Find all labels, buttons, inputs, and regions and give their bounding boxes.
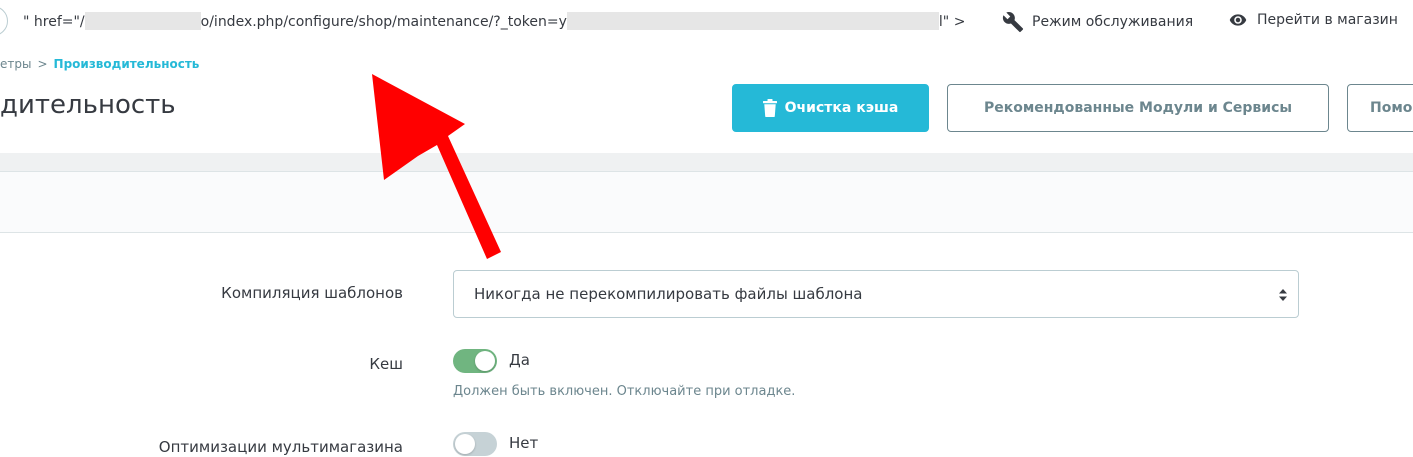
search-button-edge[interactable] [0, 6, 8, 36]
recommended-modules-button[interactable]: Рекомендованные Модули и Сервисы [947, 84, 1329, 132]
view-shop-label: Перейти в магазин [1257, 12, 1398, 28]
page-title: дительность [0, 90, 176, 120]
clear-cache-label: Очистка кэша [784, 100, 899, 116]
toggle-knob [475, 351, 495, 371]
breadcrumb-separator: > [37, 57, 48, 71]
top-bar: " href="/ o/index.php/configure/shop/main… [0, 0, 1413, 46]
trash-icon [762, 99, 777, 117]
maintenance-mode-link[interactable]: Режим обслуживания [1001, 11, 1193, 33]
url-middle: o/index.php/configure/shop/maintenance/?… [200, 14, 559, 30]
cache-label: Кеш [369, 355, 403, 373]
multistore-state-label: Нет [509, 434, 539, 452]
view-shop-link[interactable]: Перейти в магазин [1226, 11, 1398, 29]
multistore-optimization-toggle[interactable] [453, 432, 497, 456]
recommended-modules-label: Рекомендованные Модули и Сервисы [983, 100, 1293, 116]
url-token-first-char: y [558, 14, 567, 30]
template-compilation-select[interactable]: Никогда не перекомпилировать файлы шабло… [453, 270, 1299, 318]
cache-help-text: Должен быть включен. Отключайте при отла… [453, 384, 796, 399]
help-label: Помо [1370, 100, 1413, 116]
help-button[interactable]: Помо [1347, 84, 1413, 132]
url-suffix: l" > [938, 14, 966, 30]
toggle-knob [455, 434, 475, 454]
content-separator [0, 153, 1413, 172]
template-compilation-label: Компиляция шаблонов [221, 284, 403, 302]
breadcrumb: етры > Производительность [0, 57, 199, 71]
eye-icon [1229, 14, 1247, 26]
multistore-optimization-label: Оптимизации мультимагазина [158, 438, 403, 456]
maintenance-mode-label: Режим обслуживания [1032, 14, 1194, 30]
redacted-token [566, 12, 939, 30]
template-compilation-selected-value: Никогда не перекомпилировать файлы шабло… [474, 285, 863, 303]
breadcrumb-parent[interactable]: етры [0, 57, 31, 71]
url-prefix: " href="/ [23, 14, 85, 30]
cache-state-label: Да [509, 351, 530, 369]
clear-cache-button[interactable]: Очистка кэша [732, 84, 929, 132]
breadcrumb-current[interactable]: Производительность [54, 57, 200, 71]
redacted-segment [84, 12, 201, 30]
leaked-url-text: " href="/ o/index.php/configure/shop/main… [23, 12, 965, 30]
select-sort-icon [1279, 289, 1287, 301]
wrench-icon [1002, 12, 1024, 33]
panel-header [0, 172, 1413, 233]
performance-page: " href="/ o/index.php/configure/shop/main… [0, 0, 1413, 457]
cache-toggle[interactable] [453, 349, 497, 373]
